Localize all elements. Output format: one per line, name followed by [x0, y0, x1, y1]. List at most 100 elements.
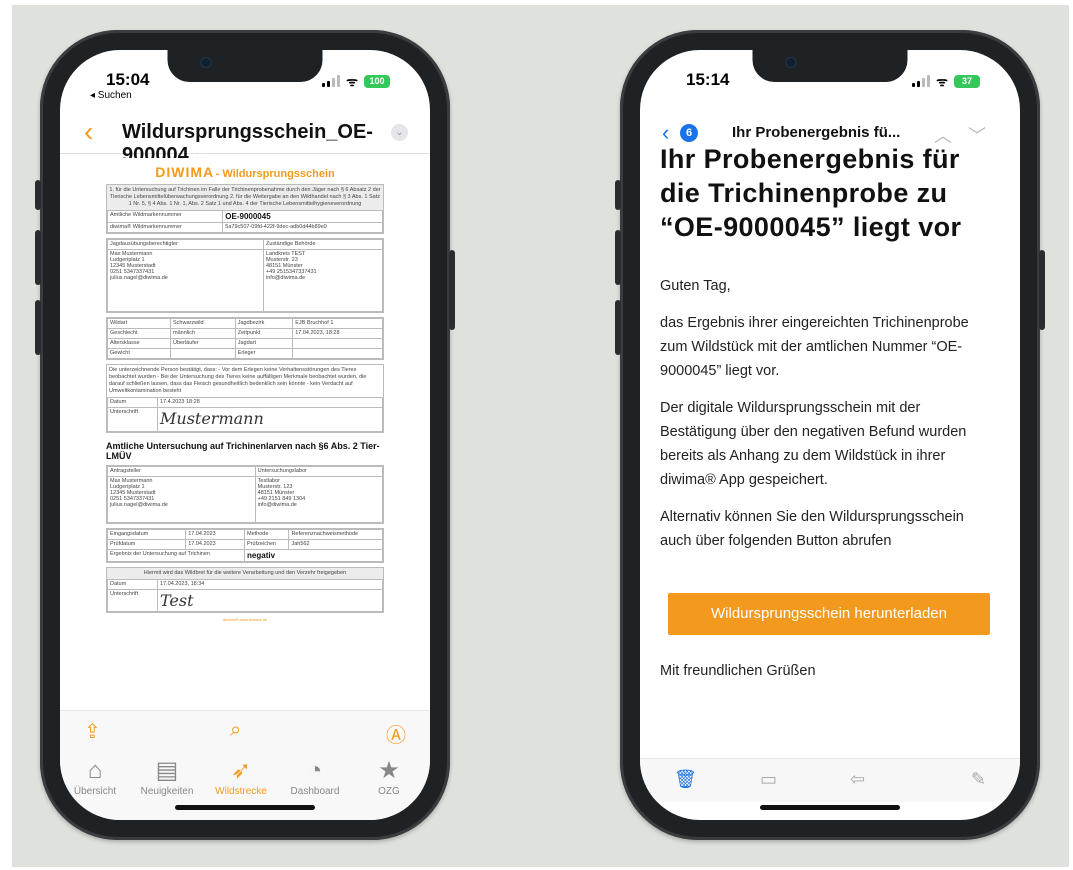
mail-paragraph: das Ergebnis ihrer eingereichten Trichin… — [660, 315, 969, 379]
signal-icon — [322, 75, 341, 87]
tab-label: Neuigkeiten — [140, 786, 194, 797]
release-signature-label: Unterschrift — [107, 589, 158, 612]
tab-uebersicht[interactable]: ⌂ Übersicht — [60, 756, 130, 797]
cell: Wildart — [106, 318, 172, 329]
battery-icon: 37 — [954, 74, 980, 88]
cell: Geschlecht — [106, 328, 172, 339]
cell: Eingangsdatum — [106, 529, 187, 540]
cell: Schwarzwild — [170, 318, 236, 329]
cell: Gewicht — [106, 348, 172, 359]
left-phone: 15:04 ◂ Suchen ᯤ 100 ‹ Wildursprungssche… — [35, 30, 455, 840]
cell: Altersklasse — [106, 338, 172, 349]
mute-switch — [615, 180, 621, 210]
mail-body: Ihr Probenergebnis für die Trichinenprob… — [660, 142, 998, 683]
reply-icon[interactable]: ⇦ — [850, 769, 865, 790]
table-row: Wildart Schwarzwild Jagdbezirk EJB Bruchhof… — [106, 318, 383, 329]
lab-section-title: Amtliche Untersuchung auf Trichinenlarve… — [106, 441, 380, 461]
share-icon[interactable]: ⇪ — [84, 719, 101, 744]
mail-paragraph: Alternativ können Sie den Wildursprungss… — [660, 509, 964, 549]
search-icon[interactable]: ⌕ — [230, 719, 241, 742]
hunter-address: Max Mustermann Ludgeriplatz 1 12345 Must… — [107, 249, 264, 312]
compose-icon[interactable]: ✎ — [971, 769, 986, 790]
applicant-address: Max Mustermann Ludgeriplatz 1 12345 Must… — [107, 476, 256, 523]
mail-heading: Ihr Probenergebnis für die Trichinenprob… — [660, 144, 962, 242]
cell: Methode — [244, 529, 290, 540]
volume-up-button — [615, 230, 621, 285]
result-value: negativ — [244, 549, 383, 562]
dashboard-icon: ◔ — [307, 757, 323, 784]
home-indicator[interactable] — [760, 805, 900, 810]
table-row: Geschlecht männlich Zeitpunkt 17.04.2023, 1… — [106, 328, 383, 339]
document-nav-bar: ‹ Wildursprungsschein_OE-900004... ⌄ — [60, 110, 430, 166]
lab-address: Testlabor Musterstr. 123 48151 Münster +… — [254, 476, 384, 523]
cell: männlich — [170, 328, 236, 339]
home-icon: ⌂ — [87, 757, 103, 784]
cell — [170, 348, 236, 359]
right-phone: 15:14 ᯤ 37 ‹ 6 Ihr Probenergebnis fü... … — [615, 30, 1045, 840]
release-date-label: Datum — [107, 579, 158, 590]
unread-count-badge[interactable]: 6 — [680, 124, 698, 142]
left-screen: 15:04 ◂ Suchen ᯤ 100 ‹ Wildursprungssche… — [60, 50, 430, 820]
table-row: Gewicht Erleger — [106, 348, 383, 359]
release-box: Hiermit wird das Wildbret für die weiter… — [106, 567, 384, 613]
document-toolbar: ⇪ ⌕ Ⓐ — [60, 710, 430, 750]
cell: 17.04.2023, 18:28 — [292, 328, 383, 339]
mail-toolbar: 🗑 ▭ ⇦ ✎ — [640, 758, 1020, 802]
confirmation-text: Die unterzeichnende Person bestätigt, da… — [109, 367, 367, 394]
confirmation-box: Die unterzeichnende Person bestätigt, da… — [106, 364, 384, 433]
cell: Jah562 — [288, 539, 383, 550]
intro-text: 1. für die Untersuchung auf Trichinen im… — [107, 185, 383, 210]
date-value: 17.4.2023 18:28 — [157, 397, 383, 408]
release-text: Hiermit wird das Wildbret für die weiter… — [107, 568, 383, 579]
document-header: DIWIMA - Wildursprungsschein — [78, 164, 412, 180]
chevron-left-icon[interactable]: ‹ — [84, 116, 93, 148]
signal-icon — [912, 75, 931, 87]
trash-icon[interactable]: 🗑 — [674, 769, 697, 790]
news-icon: ▤ — [155, 757, 179, 784]
result-label: Ergebnis der Untersuchung auf Trichinen — [106, 549, 246, 562]
release-date-value: 17.04.2023, 18:34 — [157, 579, 383, 590]
download-button[interactable]: Wildursprungsschein herunterladen — [668, 593, 990, 635]
cell: Überläufer — [170, 338, 236, 349]
cell: 17.04.2023 — [185, 529, 246, 540]
mail-paragraph: Der digitale Wildursprungsschein mit der… — [660, 400, 967, 488]
mail-greeting: Guten Tag, — [660, 278, 731, 294]
power-button — [1039, 250, 1045, 330]
parties-box: Jagdausübungsberechtigter Zuständige Behö… — [106, 238, 384, 313]
folder-icon[interactable]: ▭ — [760, 769, 777, 790]
lab-parties-box: Antragsteller Untersuchungslabor Max Must… — [106, 465, 384, 524]
cell — [292, 348, 383, 359]
table-row: Prüfdatum 17.04.2023 Prüfzeichen Jah562 — [106, 539, 383, 550]
notch — [167, 50, 323, 82]
diwima-mark-label: diwima® Wildmarkennummer — [106, 222, 224, 233]
date-label: Datum — [107, 397, 158, 408]
hunter-label: Jagdausübungsberechtigter — [107, 239, 264, 250]
lab-results-box: Eingangsdatum 17.04.2023 Methode Referenzna… — [106, 528, 384, 563]
document-preview[interactable]: DIWIMA - Wildursprungsschein 1. für die … — [78, 158, 412, 703]
mail-subject-title: Ihr Probenergebnis fü... — [732, 124, 901, 141]
battery-icon: 100 — [364, 74, 390, 88]
tab-dashboard[interactable]: ◔ Dashboard — [280, 756, 350, 797]
tab-neuigkeiten[interactable]: ▤ Neuigkeiten — [132, 756, 202, 797]
table-row: Eingangsdatum 17.04.2023 Methode Referenzna… — [106, 529, 383, 540]
mail-closing: Mit freundlichen Grüßen — [660, 663, 816, 679]
right-screen: 15:14 ᯤ 37 ‹ 6 Ihr Probenergebnis fü... … — [640, 50, 1020, 820]
tab-wildstrecke[interactable]: ➶ Wildstrecke — [206, 756, 276, 797]
brand-logo: DIWIMA — [155, 164, 215, 180]
cell: Jagdbezirk — [234, 318, 294, 329]
home-indicator[interactable] — [175, 805, 315, 810]
tab-label: Dashboard — [290, 786, 340, 797]
back-to-app-link[interactable]: ◂ Suchen — [90, 90, 132, 101]
chevron-down-circle-icon[interactable]: ⌄ — [391, 124, 408, 141]
tab-ozg[interactable]: ★ OZG — [354, 756, 424, 797]
mark-label: Amtliche Wildmarkennummer — [106, 210, 224, 223]
volume-up-button — [35, 230, 41, 285]
lab-label: Untersuchungslabor — [254, 466, 384, 477]
table-row: Altersklasse Überläufer Jagdart — [106, 338, 383, 349]
cell: Prüfzeichen — [244, 539, 290, 550]
markup-icon[interactable]: Ⓐ — [386, 719, 406, 748]
document-footer: diwima® www.diwima.de — [222, 617, 268, 622]
diwima-mark-value: 5a79c507-09fd-422f-9dec-adb0d44b89e9 — [222, 222, 383, 233]
cell: EJB Bruchhof 1 — [292, 318, 383, 329]
signature: Mustermann — [157, 407, 383, 432]
